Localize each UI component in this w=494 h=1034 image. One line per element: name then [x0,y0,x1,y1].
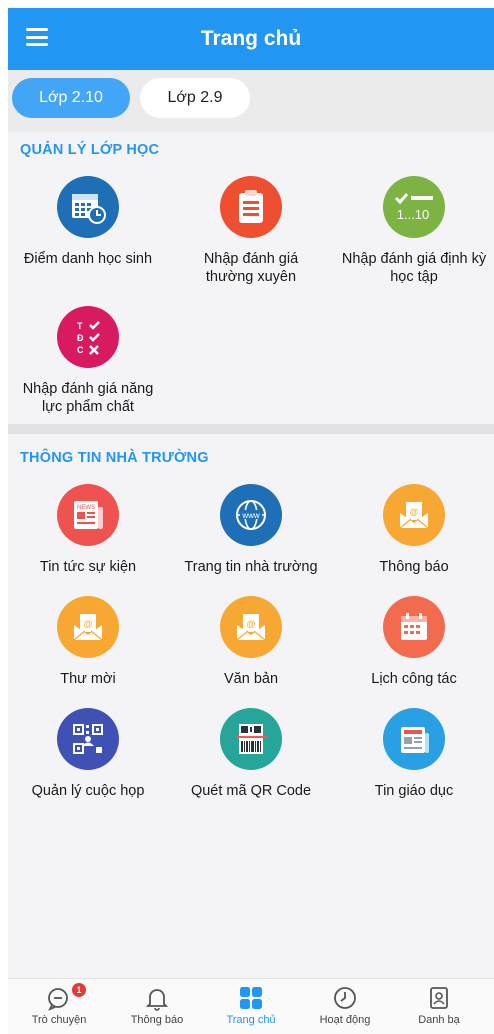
app-header: Trang chủ [8,8,494,70]
nav-label: Trang chủ [226,1014,276,1026]
nav-label: Danh bạ [418,1014,460,1026]
item-label: Tin tức sự kiện [39,559,137,575]
score-range-text: 1...10 [397,207,430,222]
item-label: Quản lý cuộc họp [31,783,145,799]
newspaper-icon: NEWS [57,484,119,546]
periodic-assessment-item[interactable]: 1...10 Nhập đánh giá định kỳ học tập [334,176,494,286]
nav-activity[interactable]: Hoạt động [300,985,390,1026]
section-divider [8,424,494,434]
svg-text:@: @ [409,507,418,517]
item-label: Thông báo [379,559,449,575]
announcements-item[interactable]: @ Thông báo [334,484,494,576]
grid-icon [240,987,262,1009]
mail-icon: @ [383,484,445,546]
menu-icon[interactable] [26,28,48,46]
news-events-item[interactable]: NEWS Tin tức sự kiện [8,484,168,576]
nav-label: Hoạt động [319,1014,371,1026]
invitation-item[interactable]: @ Thư mời [8,596,168,688]
meeting-management-item[interactable]: Quản lý cuộc họp [8,708,168,800]
item-label: Quét mã QR Code [190,783,312,799]
item-label: Tin giáo dục [374,783,454,799]
mail-icon: @ [220,596,282,658]
nav-chat[interactable]: 1 Trò chuyện [14,983,104,1026]
regular-assessment-item[interactable]: Nhập đánh giá thường xuyên [172,176,330,286]
item-label: Nhập đánh giá định kỳ học tập [341,251,487,285]
clock-icon [334,987,356,1009]
page-title: Trang chủ [200,27,302,50]
item-label: Nhập đánh giá thường xuyên [203,251,299,285]
section-title-class-management: QUẢN LÝ LỚP HỌC [20,142,160,158]
qr-scan-icon [220,708,282,770]
class-tabs: Lớp 2.10 Lớp 2.9 [8,70,494,132]
documents-item[interactable]: @ Văn bản [172,596,330,688]
nav-notifications[interactable]: Thông báo [112,985,202,1026]
tab-class-2-10[interactable]: Lớp 2.10 [12,78,130,118]
competence-assessment-item[interactable]: T Đ C Nhập đánh giá năng lực phẩm chất [8,306,168,416]
school-news-page-item[interactable]: www Trang tin nhà trường [172,484,330,576]
app-screen: Trang chủ Lớp 2.10 Lớp 2.9 QUẢN LÝ LỚP H… [8,8,494,1034]
attendance-item[interactable]: Điểm danh học sinh [8,176,168,268]
nav-label: Trò chuyện [31,1014,87,1026]
nav-contacts[interactable]: Danh bạ [394,985,484,1026]
qr-meeting-icon [57,708,119,770]
item-label: Nhập đánh giá năng lực phẩm chất [22,381,154,415]
calendar-clock-icon [57,176,119,238]
svg-text:@: @ [246,619,255,629]
item-label: Lịch công tác [371,671,457,687]
clipboard-icon [220,176,282,238]
item-label: Điểm danh học sinh [23,251,153,267]
tab-class-2-9[interactable]: Lớp 2.9 [140,78,250,118]
chat-icon [48,988,68,1011]
globe-icon: www [220,484,282,546]
contacts-icon [430,987,448,1009]
calendar-icon [383,596,445,658]
tdc-letter-c: C [77,345,84,355]
nav-label: Thông báo [130,1014,184,1026]
bottom-navigation: 1 Trò chuyện Thông báo Trang chủ Hoạt độ… [8,978,494,1034]
mail-icon: @ [57,596,119,658]
work-schedule-item[interactable]: Lịch công tác [334,596,494,688]
item-label: Văn bản [223,671,279,687]
svg-text:@: @ [83,619,92,629]
item-label: Trang tin nhà trường [184,559,318,575]
check-score-icon: 1...10 [383,176,445,238]
tdc-letter-d: Đ [77,333,84,343]
news-text: NEWS [77,505,95,511]
item-label: Thư mời [60,671,116,687]
unread-badge: 1 [72,983,86,997]
education-news-item[interactable]: Tin giáo dục [334,708,494,800]
bell-icon [145,989,169,1011]
qr-scan-item[interactable]: Quét mã QR Code [172,708,330,800]
www-text: www [241,511,260,520]
section-title-school-info: THÔNG TIN NHÀ TRƯỜNG [20,450,209,466]
news-paper-icon [383,708,445,770]
nav-home[interactable]: Trang chủ [206,985,296,1026]
tdc-check-icon: T Đ C [57,306,119,368]
tdc-letter-t: T [77,321,83,331]
